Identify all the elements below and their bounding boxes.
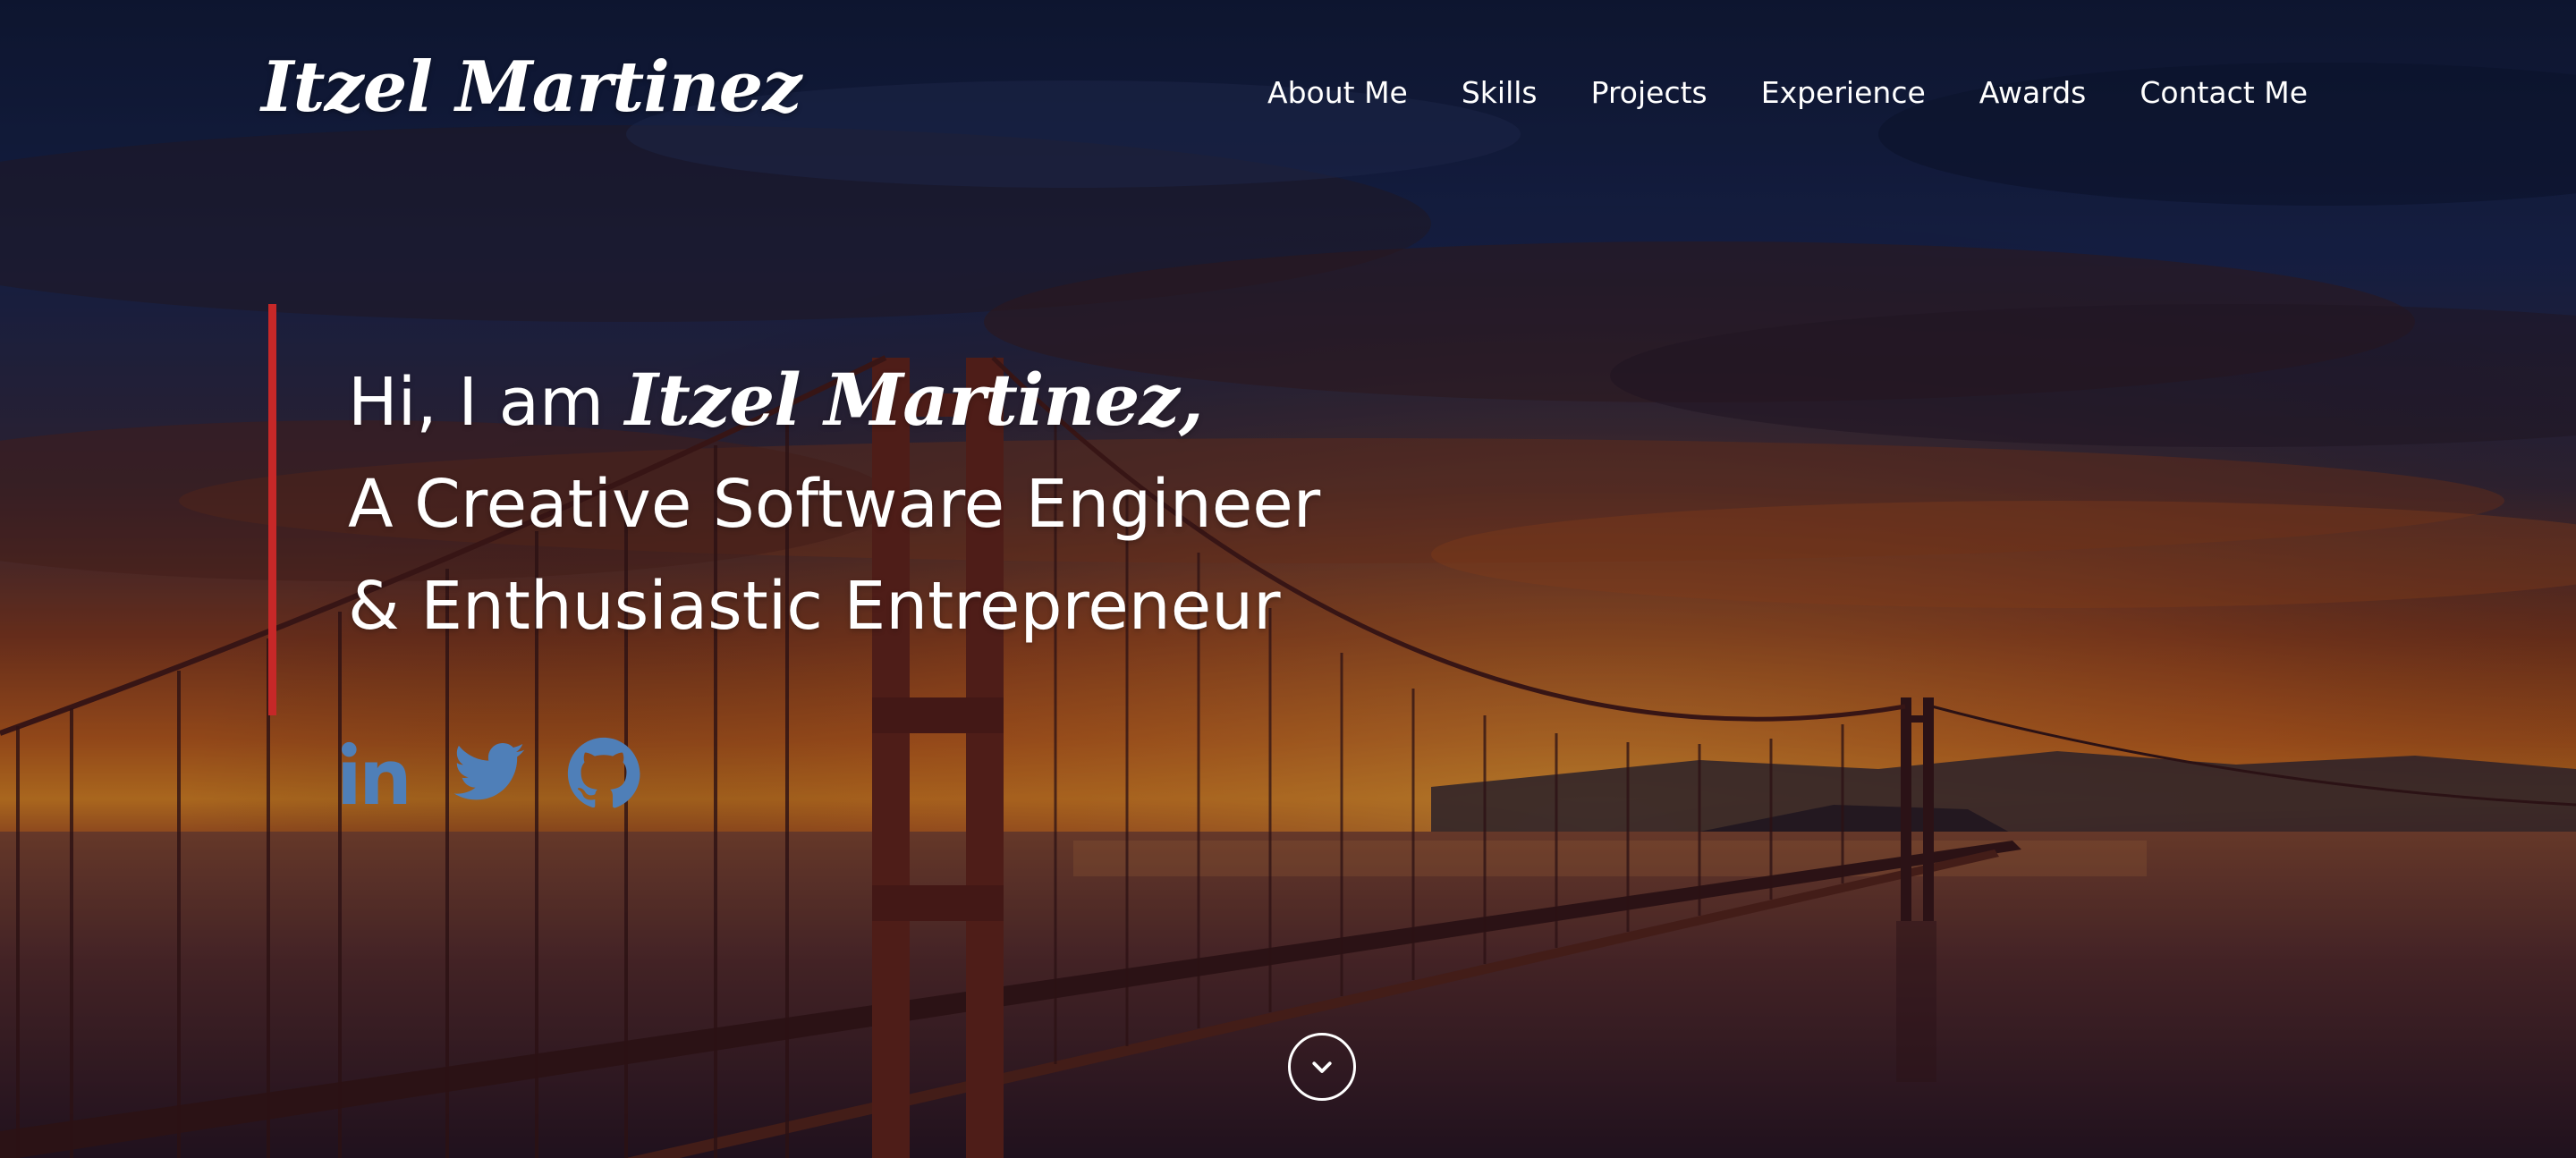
intro-name: Itzel Martinez, [624,358,1204,442]
nav-link-projects[interactable]: Projects [1591,75,1707,110]
nav-link-awards[interactable]: Awards [1979,75,2087,110]
nav-link-about-me[interactable]: About Me [1267,75,1408,110]
linkedin-icon [342,741,407,805]
linkedin-link[interactable] [336,735,413,812]
hero-section: Itzel Martinez About Me Skills Projects … [0,0,2576,1158]
github-link[interactable] [565,735,642,812]
twitter-icon [453,742,525,800]
nav-link-skills[interactable]: Skills [1462,75,1538,110]
intro-title-line: A Creative Software Engineer [348,466,1321,543]
github-icon [567,737,640,808]
scroll-down-button[interactable] [1288,1033,1356,1101]
twitter-link[interactable] [451,735,528,812]
nav-link-experience[interactable]: Experience [1761,75,1926,110]
chevron-down-icon [1312,1061,1332,1073]
nav-link-contact-me[interactable]: Contact Me [2140,75,2308,110]
intro-greeting-line: Hi, I am Itzel Martinez, [348,349,1320,453]
intro-tagline: & Enthusiastic Entrepreneur [348,568,1281,645]
main-nav: About Me Skills Projects Experience Awar… [1267,75,2308,110]
site-logo[interactable]: Itzel Martinez [261,46,801,128]
intro-greeting: Hi, I am [348,364,625,441]
social-links [336,735,642,812]
intro-block: Hi, I am Itzel Martinez, A Creative Soft… [268,304,1320,715]
